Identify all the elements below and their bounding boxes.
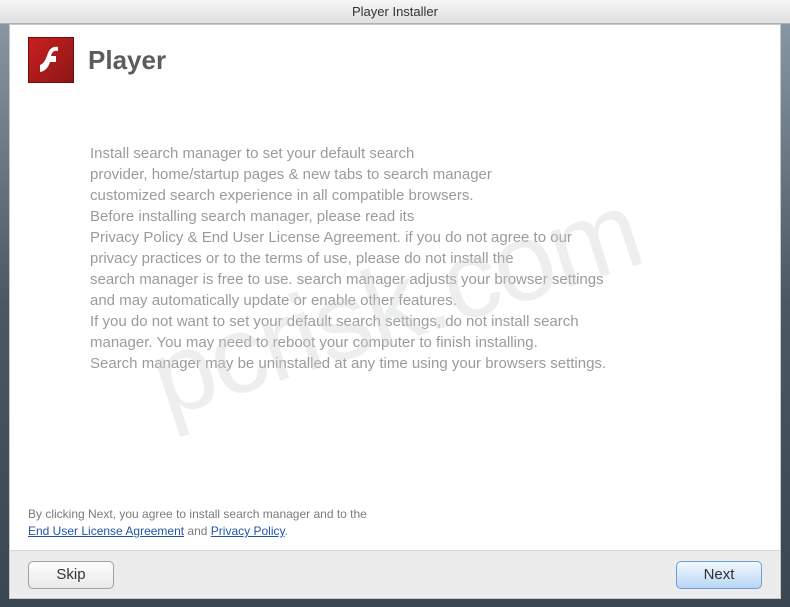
skip-button[interactable]: Skip <box>28 561 114 589</box>
installer-title: Player <box>88 45 166 76</box>
agreement-prefix: By clicking Next, you agree to install s… <box>28 507 367 521</box>
header: Player <box>10 25 780 93</box>
agreement-and: and <box>184 524 211 538</box>
privacy-link[interactable]: Privacy Policy <box>211 524 285 538</box>
agreement-suffix: . <box>285 524 288 538</box>
body-line: Install search manager to set your defau… <box>90 143 710 164</box>
body-line: Before installing search manager, please… <box>90 206 710 227</box>
next-button[interactable]: Next <box>676 561 762 589</box>
window-titlebar: Player Installer <box>0 0 790 24</box>
button-bar: Skip Next <box>10 550 780 598</box>
installer-window: Player Install search manager to set you… <box>9 24 781 599</box>
window-title: Player Installer <box>352 4 438 19</box>
body-line: manager. You may need to reboot your com… <box>90 332 710 353</box>
agreement-text: By clicking Next, you agree to install s… <box>10 498 780 550</box>
body-line: and may automatically update or enable o… <box>90 290 710 311</box>
content-area: Install search manager to set your defau… <box>10 93 780 498</box>
body-line: If you do not want to set your default s… <box>90 311 710 332</box>
body-line: search manager is free to use. search ma… <box>90 269 710 290</box>
body-text: Install search manager to set your defau… <box>90 143 710 374</box>
eula-link[interactable]: End User License Agreement <box>28 524 184 538</box>
flash-logo-icon <box>28 37 74 83</box>
body-line: Search manager may be uninstalled at any… <box>90 353 710 374</box>
body-line: customized search experience in all comp… <box>90 185 710 206</box>
body-line: Privacy Policy & End User License Agreem… <box>90 227 710 248</box>
body-line: provider, home/startup pages & new tabs … <box>90 164 710 185</box>
body-line: privacy practices or to the terms of use… <box>90 248 710 269</box>
